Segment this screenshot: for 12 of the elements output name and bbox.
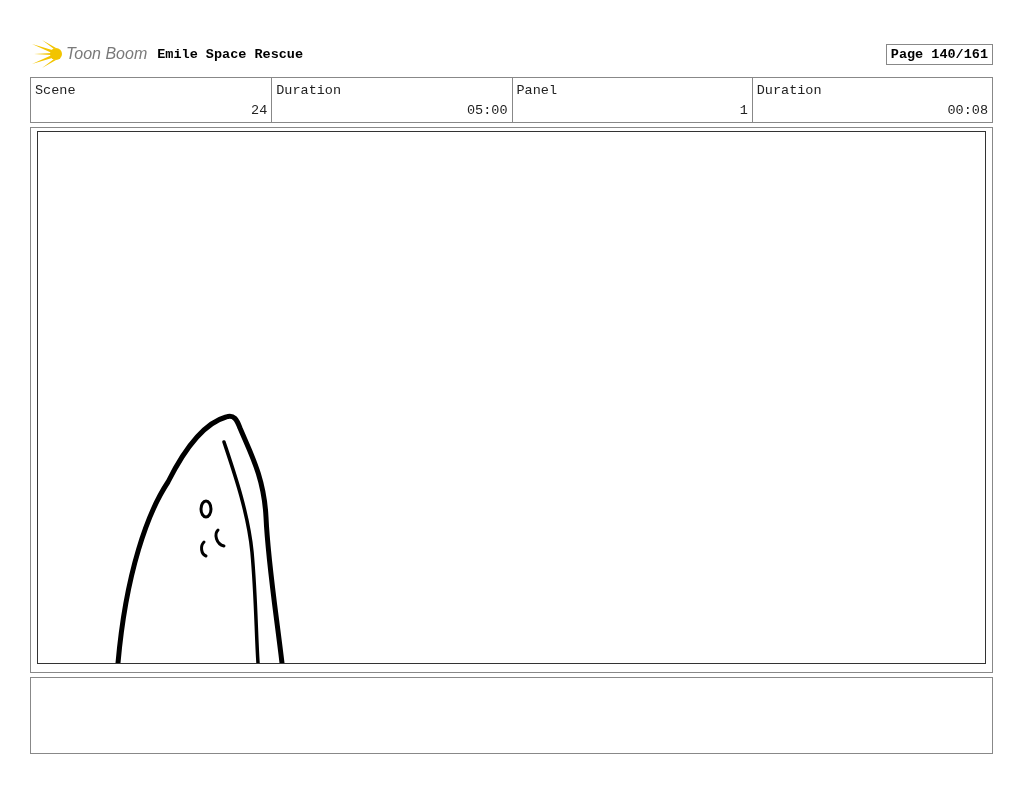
table-cell: 1 (511, 102, 752, 122)
table-cell: 05:00 (271, 102, 512, 122)
sunburst-icon (32, 40, 64, 68)
column-header: Duration (271, 78, 512, 102)
page-number: Page 140/161 (885, 43, 993, 65)
column-header: Scene (34, 82, 77, 100)
column-header: Panel (511, 78, 752, 102)
logo-text: Toon Boom (66, 45, 148, 63)
document-title: Emile Space Rescue (157, 46, 304, 62)
table-cell-text: 24 (250, 102, 269, 120)
table-cell: 00:08 (751, 102, 992, 122)
column-header: Duration (751, 78, 992, 102)
